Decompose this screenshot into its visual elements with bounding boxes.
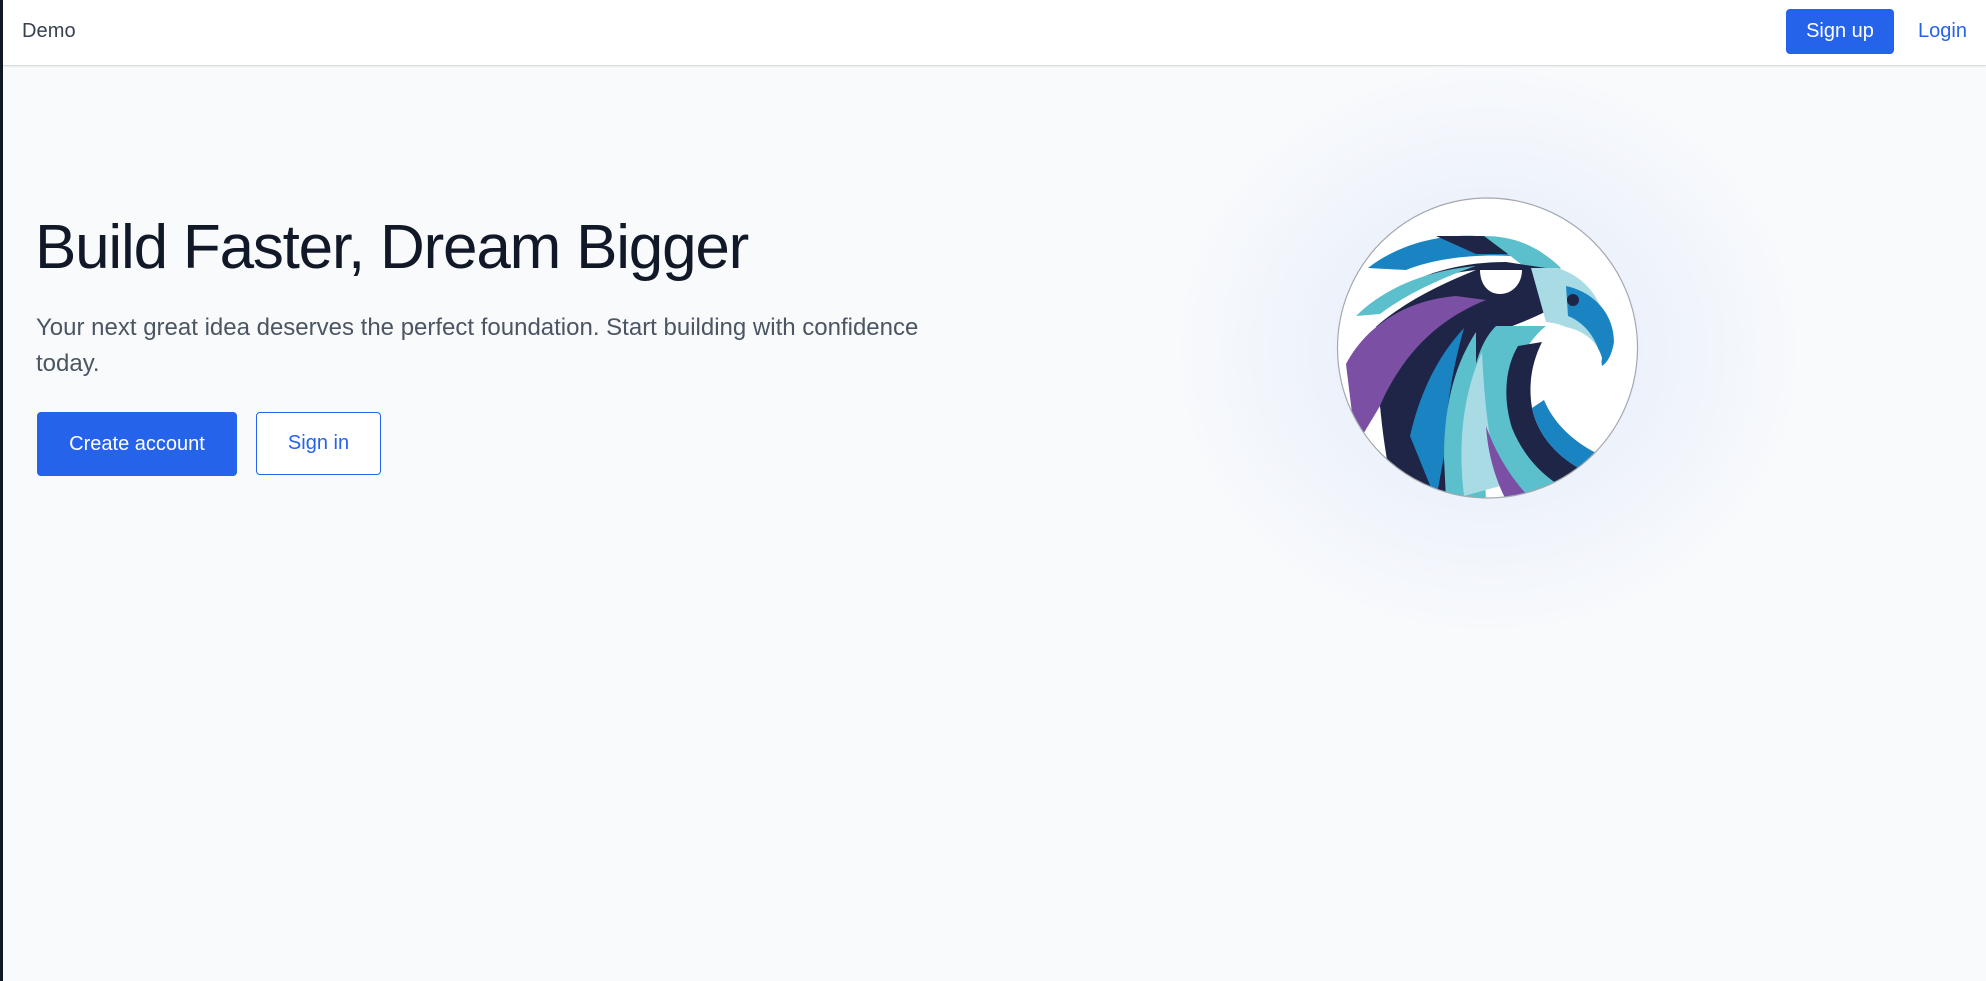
create-account-button[interactable]: Create account [37, 412, 237, 476]
brand-name[interactable]: Demo [22, 20, 76, 43]
signup-button[interactable]: Sign up [1786, 9, 1894, 54]
eagle-logo-icon [1336, 196, 1639, 500]
top-navbar: Demo Sign up Login [3, 0, 1986, 66]
hero-subtitle: Your next great idea deserves the perfec… [36, 314, 919, 377]
hero-title: Build Faster, Dream Bigger [35, 213, 749, 282]
login-link[interactable]: Login [1918, 20, 1967, 43]
sign-in-button[interactable]: Sign in [256, 412, 381, 475]
